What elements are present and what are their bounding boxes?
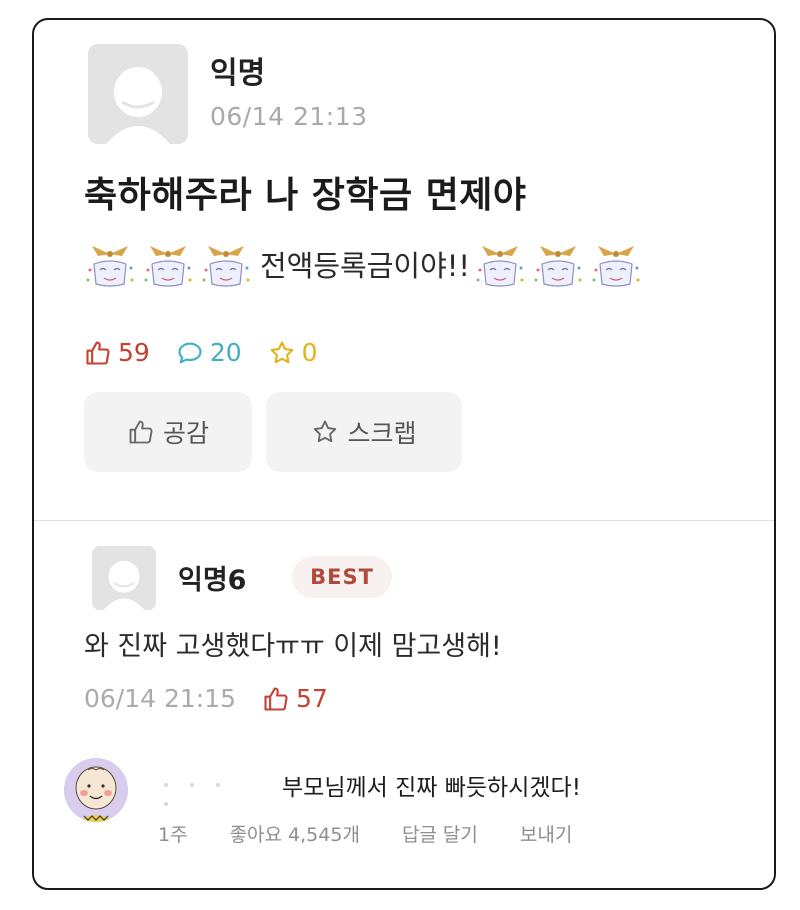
user-avatar-icon	[92, 546, 156, 610]
thumbs-up-icon	[264, 686, 288, 711]
comment-like-count[interactable]: 57	[262, 684, 328, 713]
comment-count-value: 20	[209, 338, 242, 367]
reply-author-name-redacted	[164, 772, 264, 806]
reply-author-avatar[interactable]	[64, 758, 128, 822]
post-author-name: 익명	[210, 56, 266, 91]
comment-bubble-icon	[178, 342, 202, 363]
comment-author-name: 익명6	[178, 565, 247, 596]
reply-like-count[interactable]: 좋아요 4,545개	[230, 820, 360, 847]
celebration-emoji-icon	[474, 240, 526, 288]
reply-text: 부모님께서 진짜 빠듯하시겠다!	[282, 775, 581, 801]
screenshot-frame: 익명 06/14 21:13 축하해주라 나 장학금 면제야 전액등록금이야!!…	[32, 18, 776, 890]
post-timestamp: 06/14 21:13	[210, 102, 368, 131]
like-button-label: 공감	[162, 419, 209, 448]
reply-actions: 1주 좋아요 4,545개 답글 달기 보내기	[158, 820, 614, 847]
star-icon	[314, 420, 337, 443]
post-author-avatar[interactable]	[88, 44, 188, 144]
comment-author-avatar[interactable]	[92, 546, 156, 610]
reply-reply-button[interactable]: 답글 달기	[402, 820, 478, 847]
celebration-emoji-icon	[532, 240, 584, 288]
like-count-value: 59	[118, 338, 150, 367]
scrap-count: 0	[268, 338, 318, 367]
comment-count: 20	[176, 338, 242, 367]
scrap-button[interactable]: 스크랩	[266, 392, 462, 472]
cartoon-face-avatar-icon	[64, 758, 128, 822]
scrap-count-value: 0	[301, 338, 318, 367]
like-button[interactable]: 공감	[84, 392, 252, 472]
user-avatar-icon	[88, 44, 188, 144]
post-title: 축하해주라 나 장학금 면제야	[84, 175, 527, 216]
comment-text: 와 진짜 고생했다ㅠㅠ 이제 맘고생해!	[84, 631, 502, 662]
comment-like-value: 57	[296, 684, 328, 713]
best-badge: BEST	[292, 556, 392, 598]
comment-timestamp: 06/14 21:15	[84, 684, 237, 713]
post-body-text: 전액등록금이야!!	[260, 249, 471, 283]
scrap-button-label: 스크랩	[347, 419, 417, 448]
star-icon	[270, 340, 293, 363]
section-divider	[34, 520, 774, 521]
post-body: 전액등록금이야!!	[84, 240, 648, 288]
celebration-emoji-icon	[200, 240, 252, 288]
reply-send-button[interactable]: 보내기	[520, 820, 572, 847]
reply-age: 1주	[158, 824, 188, 846]
post-stats: 59 20 0	[84, 338, 344, 367]
celebration-emoji-icon	[84, 240, 136, 288]
thumbs-up-icon	[86, 340, 110, 365]
like-count: 59	[84, 338, 150, 367]
celebration-emoji-icon	[590, 240, 642, 288]
celebration-emoji-icon	[142, 240, 194, 288]
comment-meta: 06/14 21:15 57	[84, 684, 328, 713]
thumbs-up-icon	[129, 420, 153, 444]
